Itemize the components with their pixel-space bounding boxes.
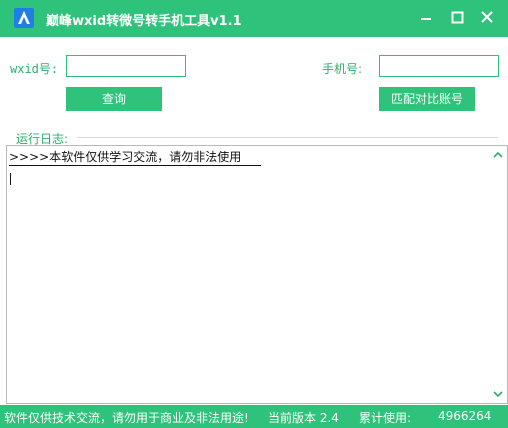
window-title: 巅峰wxid转微号转手机工具v1.1	[46, 14, 242, 29]
wxid-input[interactable]	[66, 55, 186, 77]
usage-label: 累计使用:	[359, 411, 412, 425]
status-notice: 软件仅供技术交流，请勿用于商业及非法用途!	[4, 411, 249, 425]
scroll-down-icon[interactable]	[491, 388, 505, 400]
status-bar: 软件仅供技术交流，请勿用于商业及非法用途! 当前版本 2.4 累计使用: 496…	[0, 405, 508, 428]
app-logo-icon	[14, 8, 34, 28]
phone-input[interactable]	[379, 55, 499, 77]
version-label: 当前版本 2.4	[268, 411, 339, 425]
log-line: >>>>本软件仅供学习交流，请勿非法使用	[9, 150, 242, 164]
title-bar: 巅峰wxid转微号转手机工具v1.1	[0, 0, 508, 37]
log-line-underline	[9, 165, 261, 166]
close-icon[interactable]	[474, 6, 500, 30]
query-button[interactable]: 查询	[66, 87, 162, 111]
minimize-icon[interactable]	[413, 6, 439, 30]
maximize-icon[interactable]	[444, 6, 470, 30]
scroll-up-icon[interactable]	[491, 149, 505, 161]
divider	[77, 137, 498, 138]
log-textarea[interactable]: >>>>本软件仅供学习交流，请勿非法使用	[6, 145, 508, 404]
match-account-button[interactable]: 匹配对比账号	[379, 87, 475, 111]
usage-count: 4966264	[438, 409, 492, 423]
text-caret	[10, 173, 11, 185]
wxid-label: wxid号:	[10, 62, 59, 76]
phone-label: 手机号:	[322, 62, 363, 76]
